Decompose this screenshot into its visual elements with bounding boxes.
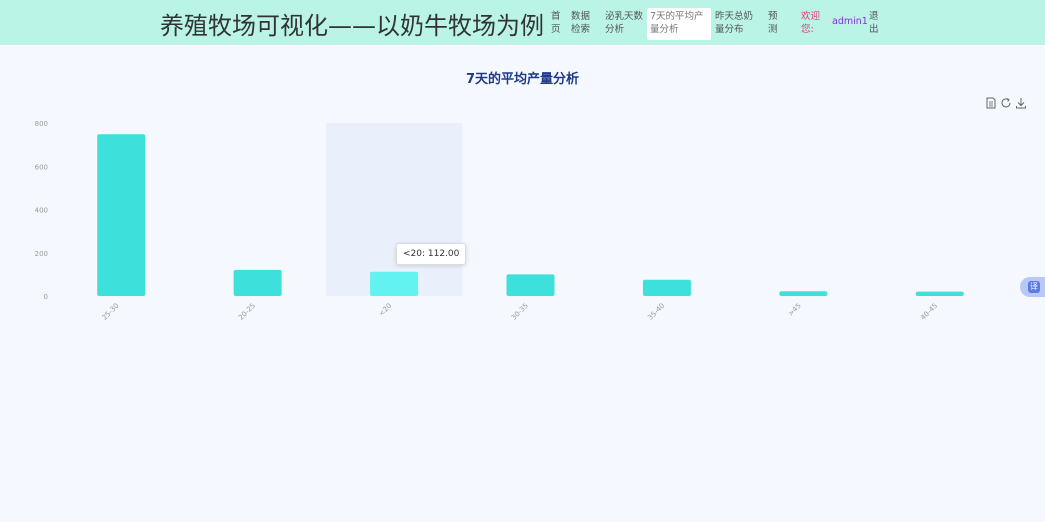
y-tick-label: 600 [35, 163, 48, 171]
bar[interactable] [370, 271, 419, 296]
bar[interactable] [779, 291, 828, 296]
bar[interactable] [233, 269, 282, 296]
x-tick-label: 20-25 [237, 302, 257, 322]
bar[interactable] [642, 279, 691, 296]
x-tick-label: 40-45 [919, 302, 939, 322]
y-tick-label: 400 [35, 207, 48, 215]
x-tick-label: 30-35 [510, 302, 530, 322]
side-translate-widget[interactable]: 译 [1020, 277, 1045, 297]
translate-icon: 译 [1028, 281, 1040, 293]
bar[interactable] [97, 134, 146, 296]
x-tick-label: 25-30 [101, 302, 121, 322]
highlight-band [325, 123, 463, 296]
y-tick-label: 800 [35, 120, 48, 128]
y-tick-label: 0 [44, 293, 48, 301]
x-tick-label: >45 [787, 302, 803, 318]
chart-tooltip: <20: 112.00 [396, 243, 467, 265]
x-tick-label: <20 [377, 302, 393, 318]
bar[interactable] [915, 291, 964, 296]
bar[interactable] [506, 274, 555, 296]
x-tick-label: 35-40 [646, 302, 666, 322]
bar-chart: 0 200 400 600 800 25-30 20-25 <20 30-35 35-40 >45 4… [35, 120, 964, 322]
y-tick-label: 200 [35, 250, 48, 258]
